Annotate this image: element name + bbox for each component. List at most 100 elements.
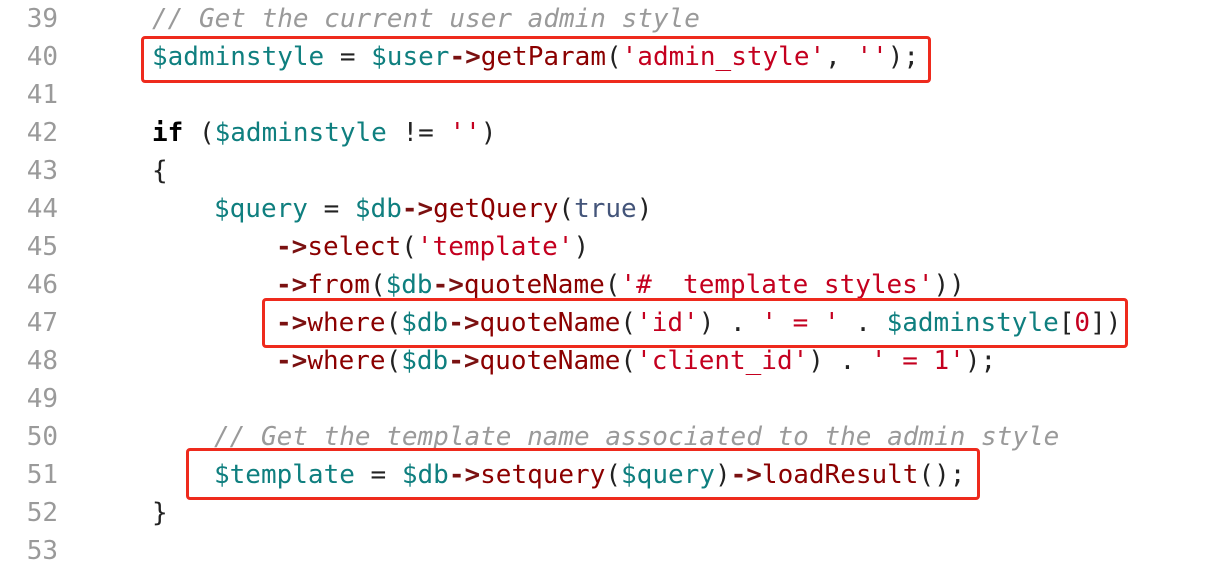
line-number: 48 [26,346,58,376]
code-line: 40 $adminstyle = $user->getParam('admin_s… [0,38,1222,76]
line-code: ->from($db->quoteName('#__template_style… [276,266,965,304]
line-code: if ($adminstyle != '') [152,114,496,152]
line-number: 40 [26,42,58,72]
code-token-punct: ) . [808,346,871,376]
code-token-string: ' = 1' [870,346,965,376]
code-token-boolean: true [574,194,637,224]
code-token-keyword: if [152,118,184,148]
line-number: 45 [26,232,58,262]
code-token-punct: ) [480,118,497,148]
code-line: 46 ->from($db->quoteName('#__template_sty… [0,266,1222,304]
code-token-method: select [307,232,402,262]
code-token-punct: ) . [698,308,762,338]
line-number: 51 [26,460,58,490]
code-token-punct: ( [620,308,637,338]
code-line: 52} [0,494,1222,532]
code-token-punct: ( [604,270,621,300]
line-number: 44 [26,194,58,224]
code-token-variable: $db [401,346,449,376]
code-line: 44 $query = $db->getQuery(true) [0,190,1222,228]
code-token-punct: = [324,42,372,72]
code-token-operator: -> [276,308,308,338]
code-token-variable: $adminstyle [886,308,1059,338]
code-token-string: ' = ' [761,308,840,338]
code-token-punct: = [307,194,355,224]
code-token-variable: $query [214,194,308,224]
code-token-method: where [307,346,386,376]
code-token-punct: ( [605,42,622,72]
code-line: 42 if ($adminstyle != '') [0,114,1222,152]
code-token-punct: ]) [1090,308,1122,338]
code-token-punct: [ [1058,308,1075,338]
code-token-punct: ( [401,232,417,262]
code-token-operator: -> [449,42,481,72]
line-code: ->select('template') [276,228,589,266]
code-token-string: '' [449,118,481,148]
code-token-punct: (); [918,460,966,490]
code-token-method: setquery [480,460,606,490]
code-line: 43 { [0,152,1222,190]
code-token-method: quoteName [463,270,605,300]
line-number: 43 [26,156,58,186]
code-token-punct: } [152,498,168,528]
code-token-number: 0 [1074,308,1091,338]
code-token-punct: . [839,308,887,338]
code-line: 48 ->where($db->quoteName('client_id') . … [0,342,1222,380]
code-line: 47 ->where($db->quoteName('id') . ' = ' .… [0,304,1222,342]
code-token-operator: -> [401,194,434,224]
code-token-punct: )) [933,270,965,300]
code-line: 53 [0,532,1222,570]
line-code: } [152,494,168,532]
code-token-string: 'id' [636,308,699,338]
line-number: 53 [26,536,58,566]
line-number: 39 [26,4,58,34]
code-line: 49 [0,380,1222,418]
line-number: 50 [26,422,58,452]
code-token-variable: $adminstyle [214,118,387,148]
code-token-operator: -> [276,270,308,300]
code-token-punct: ( [385,308,402,338]
code-token-punct: ( [620,346,637,376]
code-token-punct: ) [714,460,731,490]
code-token-operator: -> [448,308,480,338]
code-token-punct: ) [636,194,653,224]
code-token-variable: $query [621,460,715,490]
code-token-punct: ( [369,270,386,300]
code-token-punct: ( [558,194,575,224]
line-code: $query = $db->getQuery(true) [214,190,652,228]
code-token-method: getParam [480,42,606,72]
code-token-punct: = [354,460,402,490]
code-token-string: '#__template_styles' [620,270,934,300]
code-token-variable: $adminstyle [152,42,325,72]
code-token-variable: $db [401,460,449,490]
code-token-method: quoteName [479,308,621,338]
line-number: 47 [26,308,58,338]
line-number: 46 [26,270,58,300]
code-token-string: '' [856,42,888,72]
code-token-variable: $db [354,194,402,224]
line-number: 42 [26,118,58,148]
code-editor: 39 // Get the current user admin style 40 $… [0,0,1222,566]
code-line: 50 // Get the template name associated to… [0,418,1222,456]
line-code: ->where($db->quoteName('id') . ' = ' . $… [276,304,1121,342]
code-token-comment: // Get the template name associated to t… [214,422,1060,452]
line-number: 52 [26,498,58,528]
code-token-punct: ( [605,460,622,490]
line-code: // Get the template name associated to t… [214,418,1059,456]
code-token-variable: $db [401,308,449,338]
line-code: { [152,152,168,190]
code-token-operator: -> [276,346,308,376]
code-token-string: 'client_id' [636,346,809,376]
code-token-string: 'template' [416,232,574,262]
code-token-variable: $db [385,270,433,300]
code-line: 45 ->select('template') [0,228,1222,266]
line-code: ->where($db->quoteName('client_id') . ' … [276,342,996,380]
code-token-punct: ); [887,42,920,72]
code-token-operator: -> [448,346,480,376]
code-token-punct: , [825,42,857,72]
code-token-method: loadResult [761,460,919,490]
code-token-method: where [307,308,386,338]
code-token-variable: $template [214,460,355,490]
line-code: $template = $db->setquery($query)->loadR… [214,456,965,494]
code-token-method: getQuery [433,194,559,224]
